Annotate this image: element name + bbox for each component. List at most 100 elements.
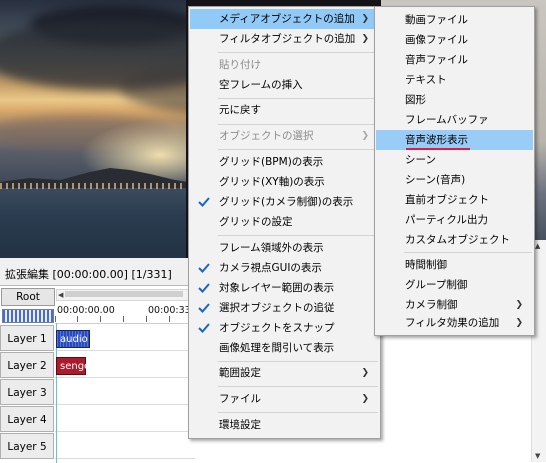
submenu-item-add-filter-effect[interactable]: フィルタ効果の追加 ❯ <box>376 313 533 333</box>
menu-separator <box>218 52 378 53</box>
layer-5-track[interactable] <box>55 433 195 459</box>
submenu-item-camera-control[interactable]: カメラ制御 ❯ <box>376 295 533 315</box>
menu-item-label: シーン <box>405 154 436 166</box>
menu-item-grid-camera[interactable]: グリッド(カメラ制御)の表示 <box>190 192 379 212</box>
menu-item-label: 動画ファイル <box>405 14 468 26</box>
menu-item-camera-gui[interactable]: カメラ視点GUIの表示 <box>190 258 379 278</box>
menu-item-undo[interactable]: 元に戻す <box>190 100 379 120</box>
menu-item-follow-selected[interactable]: 選択オブジェクトの追従 <box>190 298 379 318</box>
scroll-left-icon[interactable]: ◀ <box>58 290 63 300</box>
menu-item-add-filter-object[interactable]: フィルタオブジェクトの追加 ❯ <box>190 29 379 49</box>
menu-item-grid-xy[interactable]: グリッド(XY軸)の表示 <box>190 172 379 192</box>
menu-item-label: フィルタオブジェクトの追加 <box>219 33 356 45</box>
submenu-item-audio-file[interactable]: 音声ファイル <box>376 50 533 70</box>
menu-item-grid-settings[interactable]: グリッドの設定 <box>190 212 379 232</box>
timeline-context-menu: メディアオブジェクトの追加 ❯ フィルタオブジェクトの追加 ❯ 貼り付け 空フレ… <box>188 6 381 439</box>
senge-clip[interactable]: senge <box>56 357 90 375</box>
menu-separator <box>218 412 378 413</box>
zoom-scale-bar[interactable] <box>2 309 54 323</box>
menu-item-label: グリッドの設定 <box>219 216 293 228</box>
layer-5-header[interactable]: Layer 5 <box>0 433 54 459</box>
check-icon <box>198 323 210 333</box>
menu-item-label: 空フレームの挿入 <box>219 79 303 91</box>
menu-item-label: 元に戻す <box>219 104 261 116</box>
submenu-item-image-file[interactable]: 画像ファイル <box>376 30 533 50</box>
menu-item-label: フレーム領域外の表示 <box>219 242 324 254</box>
menu-item-label: グリッド(XY軸)の表示 <box>219 176 325 188</box>
submenu-arrow-icon: ❯ <box>515 318 523 328</box>
menu-item-label: 直前オブジェクト <box>405 194 489 206</box>
menu-item-label: オブジェクトの選択 <box>219 130 314 142</box>
hscroll-thumb[interactable] <box>65 291 183 297</box>
menu-item-label: 範囲設定 <box>219 367 261 379</box>
menu-item-label: 音声ファイル <box>405 54 468 66</box>
submenu-item-text[interactable]: テキスト <box>376 70 533 90</box>
submenu-item-custom-object[interactable]: カスタムオブジェクト <box>376 230 533 250</box>
layer-3-track[interactable] <box>55 379 195 405</box>
menu-item-label: テキスト <box>405 74 447 86</box>
submenu-item-group-control[interactable]: グループ制御 <box>376 275 533 295</box>
layer-4-track[interactable] <box>55 406 195 432</box>
submenu-item-previous-object[interactable]: 直前オブジェクト <box>376 190 533 210</box>
menu-item-thin-image-processing[interactable]: 画像処理を間引いて表示 <box>190 338 379 358</box>
menu-separator <box>218 149 378 150</box>
menu-item-file[interactable]: ファイル ❯ <box>190 389 379 409</box>
menu-item-label: 選択オブジェクトの追従 <box>219 302 335 314</box>
menu-item-label: シーン(音声) <box>405 174 466 186</box>
menu-separator <box>404 252 532 253</box>
submenu-arrow-icon: ❯ <box>515 300 523 310</box>
menu-item-label: グリッド(カメラ制御)の表示 <box>219 196 354 208</box>
menu-item-label: 画像ファイル <box>405 34 468 46</box>
layer-2-header[interactable]: Layer 2 <box>0 352 54 378</box>
submenu-item-particle-output[interactable]: パーティクル出力 <box>376 210 533 230</box>
media-object-submenu: 動画ファイル 画像ファイル 音声ファイル テキスト 図形 フレームバッファ 音声… <box>374 6 535 336</box>
menu-separator <box>218 361 378 362</box>
scroll-down-icon[interactable]: ▼ <box>535 452 540 460</box>
layer-4-header[interactable]: Layer 4 <box>0 406 54 432</box>
submenu-arrow-icon: ❯ <box>361 394 369 404</box>
check-icon <box>198 283 210 293</box>
menu-item-select-object[interactable]: オブジェクトの選択 ❯ <box>190 126 379 146</box>
menu-item-insert-empty-frame[interactable]: 空フレームの挿入 <box>190 75 379 95</box>
menu-item-grid-bpm[interactable]: グリッド(BPM)の表示 <box>190 152 379 172</box>
menu-item-label: フレームバッファ <box>405 114 489 126</box>
menu-item-label: グループ制御 <box>405 279 468 291</box>
menu-separator <box>218 98 378 99</box>
root-button[interactable]: Root <box>1 288 55 306</box>
audio-clip[interactable]: audio <box>56 330 90 348</box>
menu-item-add-media-object[interactable]: メディアオブジェクトの追加 ❯ <box>190 9 379 29</box>
highlight-underline <box>406 148 470 150</box>
submenu-item-time-control[interactable]: 時間制御 <box>376 255 533 275</box>
submenu-item-video-file[interactable]: 動画ファイル <box>376 10 533 30</box>
layer-3-header[interactable]: Layer 3 <box>0 379 54 405</box>
timeline-hscrollbar[interactable]: ◀ <box>56 289 193 301</box>
submenu-item-shape[interactable]: 図形 <box>376 90 533 110</box>
menu-item-snap-objects[interactable]: オブジェクトをスナップ <box>190 318 379 338</box>
timeline-title: 拡張編集 [00:00:00.00] [1/331] <box>5 268 172 281</box>
layer-1-header[interactable]: Layer 1 <box>0 325 54 351</box>
menu-item-label: フィルタ効果の追加 <box>405 317 500 329</box>
submenu-item-scene-audio[interactable]: シーン(音声) <box>376 170 533 190</box>
menu-separator <box>218 235 378 236</box>
menu-item-label: 対象レイヤー範囲の表示 <box>219 282 335 294</box>
menu-item-range-settings[interactable]: 範囲設定 ❯ <box>190 363 379 383</box>
menu-item-preferences[interactable]: 環境設定 <box>190 415 379 435</box>
menu-item-label: メディアオブジェクトの追加 <box>219 13 355 25</box>
menu-item-label: 音声波形表示 <box>405 134 468 146</box>
ruler-label-next: 00:00:33. <box>148 305 194 316</box>
scroll-up-icon[interactable]: ▲ <box>535 242 540 250</box>
submenu-arrow-icon: ❯ <box>361 14 369 24</box>
menu-item-label: 時間制御 <box>405 259 447 271</box>
menu-item-show-outside-frame[interactable]: フレーム領域外の表示 <box>190 238 379 258</box>
time-ruler[interactable]: 00:00:00.00 00:00:33. <box>55 303 195 324</box>
submenu-item-audio-waveform[interactable]: 音声波形表示 <box>376 130 533 150</box>
submenu-item-frame-buffer[interactable]: フレームバッファ <box>376 110 533 130</box>
submenu-item-scene[interactable]: シーン <box>376 150 533 170</box>
menu-item-label: 図形 <box>405 94 426 106</box>
preview-city-lights <box>0 183 200 189</box>
menu-item-paste[interactable]: 貼り付け <box>190 55 379 75</box>
submenu-arrow-icon: ❯ <box>361 368 369 378</box>
menu-item-target-layer-range[interactable]: 対象レイヤー範囲の表示 <box>190 278 379 298</box>
menu-item-label: カメラ視点GUIの表示 <box>219 262 322 274</box>
check-icon <box>198 197 210 207</box>
